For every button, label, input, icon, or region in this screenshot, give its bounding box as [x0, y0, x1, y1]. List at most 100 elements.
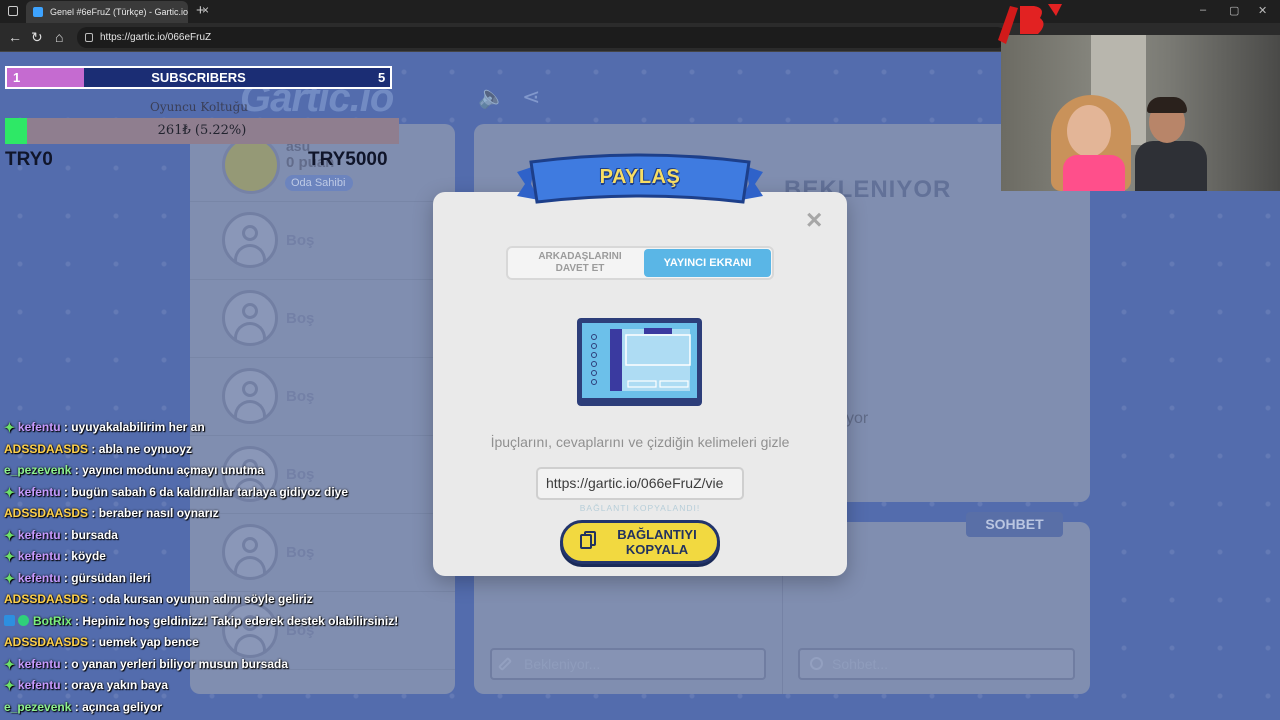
chat-text: bugün sabah 6 da kaldırdılar tarlaya gid… — [71, 484, 349, 499]
chat-message: ADSSDAASDS : oda kursan oyunun adını söy… — [4, 592, 313, 606]
chat-message: ✦ kefentu : bugün sabah 6 da kaldırdılar … — [4, 482, 444, 504]
chat-text: Hepiniz hoş geldinizz! Takip ederek dest… — [82, 613, 399, 628]
chat-message: ✦ kefentu : uyuyakalabilirim her an — [4, 417, 444, 439]
modal-close-icon[interactable]: × — [806, 206, 822, 234]
hide-hint-text: İpuçlarını, cevaplarını ve çizdiğin keli… — [490, 434, 790, 450]
webcam-feed — [1001, 35, 1280, 191]
chat-username[interactable]: e_pezevenk — [4, 700, 71, 714]
bot-badge-icon — [4, 614, 15, 626]
reload-icon[interactable]: ↻ — [31, 29, 43, 46]
minimize-icon[interactable]: – — [1200, 4, 1206, 16]
chat-text: o yanan yerleri biliyor musun bursada — [71, 656, 288, 671]
url-text: https://gartic.io/066eFruZ — [100, 32, 212, 43]
tab-title: Genel #6eFruZ (Türkçe) - Gartic.io — [50, 7, 188, 17]
waiting-text: yor — [846, 410, 869, 427]
back-icon[interactable]: ← — [8, 29, 22, 45]
chat-username[interactable]: ADSSDAASDS — [4, 442, 88, 456]
sub-badge-icon: ✦ — [4, 549, 15, 564]
chat-message: BotRix : Hepiniz hoş geldinizz! Takip ed… — [4, 611, 444, 633]
chat-username[interactable]: kefentu — [18, 571, 61, 585]
chat-message: ✦ kefentu : bursada — [4, 525, 444, 547]
chat-text: köyde — [71, 549, 106, 563]
empty-avatar-icon — [222, 290, 278, 346]
link-copied-text: BAĞLANTI KOPYALANDI! — [579, 503, 701, 513]
sub-badge-icon: ✦ — [4, 678, 15, 693]
gartic-favicon-icon — [33, 7, 43, 17]
donation-goal-progress: 261₺ (5.22%) — [157, 123, 247, 138]
modal-title: PAYLAŞ — [599, 166, 681, 188]
chat-text: oda kursan oyunun adını söyle geliriz — [98, 592, 313, 606]
chat-message: e_pezevenk : açınca geliyor — [4, 699, 163, 714]
streamer-logo — [998, 4, 1062, 44]
sub-badge-icon: ✦ — [4, 656, 15, 672]
chat-bubble-icon — [810, 657, 823, 670]
answer-placeholder: Bekleniyor... — [524, 656, 601, 672]
chat-input[interactable]: Sohbet... — [798, 648, 1075, 680]
subscriber-goal-label: SUBSCRIBERS — [151, 70, 246, 85]
chat-username[interactable]: kefentu — [18, 549, 61, 563]
tab-chat[interactable]: SOHBET — [966, 512, 1063, 537]
chat-message: ✦ kefentu : oraya yakın baya — [4, 675, 444, 697]
lock-icon — [85, 33, 93, 42]
sub-badge-icon: ✦ — [4, 527, 15, 543]
chat-placeholder: Sohbet... — [832, 656, 889, 672]
owner-avatar — [222, 136, 280, 194]
chat-text: oraya yakın baya — [71, 678, 168, 692]
chat-username[interactable]: kefentu — [18, 528, 61, 542]
empty-slot-label: Boş — [286, 310, 315, 327]
share-link-field[interactable]: https://gartic.io/066eFruZ/vie — [536, 467, 744, 500]
sound-icon[interactable]: 🔈 — [478, 84, 505, 110]
chat-username[interactable]: ADSSDAASDS — [4, 592, 88, 606]
chat-username[interactable]: kefentu — [18, 485, 61, 499]
share-icon[interactable]: ⋖ — [522, 84, 540, 110]
chat-username[interactable]: ADSSDAASDS — [4, 635, 88, 649]
player-slot-empty: Boş — [190, 202, 455, 280]
chat-message: ✦ kefentu : köyde — [4, 546, 444, 568]
verified-badge-icon — [18, 614, 29, 626]
chat-message: ADSSDAASDS : abla ne oynuoyz — [4, 441, 193, 456]
chat-message: ADSSDAASDS : beraber nasıl oynarız — [4, 506, 219, 520]
chat-message: ✦ kefentu : o yanan yerleri biliyor musun… — [4, 654, 444, 676]
pencil-icon — [497, 656, 513, 672]
chat-text: abla ne oynuoyz — [98, 441, 193, 456]
subscriber-current: 1 — [13, 70, 21, 85]
answer-input[interactable]: Bekleniyor... — [490, 648, 766, 680]
chat-text: uyuyakalabilirim her an — [71, 420, 205, 434]
chat-text: uemek yap bence — [98, 635, 199, 649]
empty-slot-label: Boş — [286, 388, 315, 405]
chat-text: açınca geliyor — [82, 699, 163, 714]
chat-username[interactable]: e_pezevenk — [4, 463, 71, 477]
home-icon[interactable]: ⌂ — [55, 29, 63, 45]
sub-badge-icon: ✦ — [4, 484, 15, 500]
chat-username[interactable]: kefentu — [18, 420, 61, 434]
sub-badge-icon: ✦ — [4, 420, 15, 435]
share-mode-toggle: ARKADAŞLARINI DAVET ET YAYINCI EKRANI — [506, 246, 774, 280]
owner-badge: Oda Sahibi — [285, 175, 354, 191]
copy-icon-front — [580, 534, 592, 549]
chat-text: beraber nasıl oynarız — [98, 506, 219, 520]
empty-avatar-icon — [222, 212, 278, 268]
streamer-screen-icon — [577, 318, 702, 406]
chat-username[interactable]: BotRix — [33, 614, 72, 628]
chat-message: ADSSDAASDS : uemek yap bence — [4, 635, 199, 649]
tab-invite-friends[interactable]: ARKADAŞLARINI DAVET ET — [522, 251, 638, 275]
browser-tab[interactable]: Genel #6eFruZ (Türkçe) - Gartic.io — [26, 1, 188, 23]
sub-badge-icon: ✦ — [4, 570, 15, 586]
window-close-icon[interactable]: ✕ — [1258, 4, 1267, 17]
url-field[interactable]: https://gartic.io/066eFruZ — [77, 27, 1007, 48]
maximize-icon[interactable]: ▢ — [1229, 4, 1239, 17]
copy-link-button[interactable]: BAĞLANTIYI KOPYALA — [560, 520, 720, 564]
tab-streamer-screen[interactable]: YAYINCI EKRANI — [644, 249, 771, 277]
chat-username[interactable]: kefentu — [18, 678, 61, 692]
player-slot-empty: Boş — [190, 280, 455, 358]
chat-username[interactable]: ADSSDAASDS — [4, 506, 88, 520]
chat-text: yayıncı modunu açmayı unutma — [82, 463, 265, 477]
chat-username[interactable]: kefentu — [18, 657, 61, 671]
subscriber-target: 5 — [378, 70, 386, 85]
donation-goal-title: Oyuncu Koltuğu — [150, 100, 249, 114]
tab-actions-icon[interactable] — [8, 6, 18, 16]
empty-avatar-icon — [222, 368, 278, 424]
subscriber-goal-bar: SUBSCRIBERS 1 5 — [5, 66, 392, 89]
chat-text: gürsüdan ileri — [71, 570, 151, 585]
new-tab-icon[interactable]: + — [196, 2, 205, 19]
